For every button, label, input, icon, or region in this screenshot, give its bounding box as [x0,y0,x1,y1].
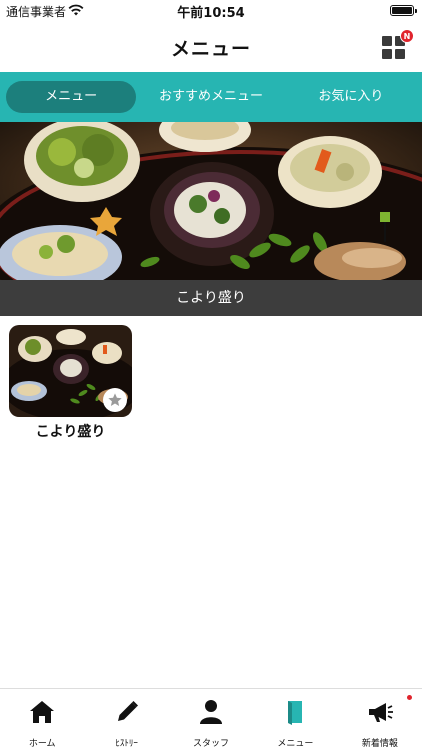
tabbar-news[interactable]: 新着情報 [338,689,422,750]
pencil-icon [117,701,138,721]
favorite-button[interactable] [103,388,127,412]
bottom-tab-bar: ホーム ﾋｽﾄﾘｰ スタッフ メニュー 新着情報 [0,688,422,750]
tabbar-home-label: ホーム [28,739,56,749]
nav-bar: メニュー N [0,22,422,72]
tabbar-home[interactable]: ホーム [0,689,84,750]
tabbar-news-label: 新着情報 [361,739,398,749]
status-time: 午前10:54 [177,6,245,21]
tabbar-menu-label: メニュー [277,739,314,749]
page-title: メニュー [170,38,251,60]
category-tabs: メニュー おすすめメニュー お気に入り [0,72,422,122]
book-icon [288,701,303,725]
menu-item-card[interactable]: こより盛り [9,325,132,441]
status-bar: 通信事業者 午前10:54 [0,0,422,22]
tabbar-history[interactable]: ﾋｽﾄﾘｰ [84,689,168,750]
tabbar-staff-label: スタッフ [193,739,230,749]
megaphone-icon [368,703,393,722]
home-icon [30,701,55,723]
tab-favorites[interactable]: お気に入り [286,81,416,113]
menu-item-thumbnail[interactable] [9,325,132,417]
tabbar-history-label: ﾋｽﾄﾘｰ [115,739,138,749]
hero-image[interactable] [0,122,422,280]
tabbar-staff[interactable]: スタッフ [169,689,253,750]
grid-menu-button[interactable]: N [382,29,414,60]
tab-recommended[interactable]: おすすめメニュー [136,81,286,113]
person-icon [200,700,223,724]
menu-item-title[interactable]: こより盛り [9,421,132,441]
star-icon [108,393,122,406]
battery-icon [390,5,417,16]
grid-icon [382,36,392,46]
tab-menu[interactable]: メニュー [6,81,137,113]
hero-caption: こより盛り [0,280,422,316]
tabbar-menu[interactable]: メニュー [253,689,337,750]
notification-badge: N [400,29,414,43]
food-photo [0,122,422,280]
news-dot-indicator [407,695,413,700]
